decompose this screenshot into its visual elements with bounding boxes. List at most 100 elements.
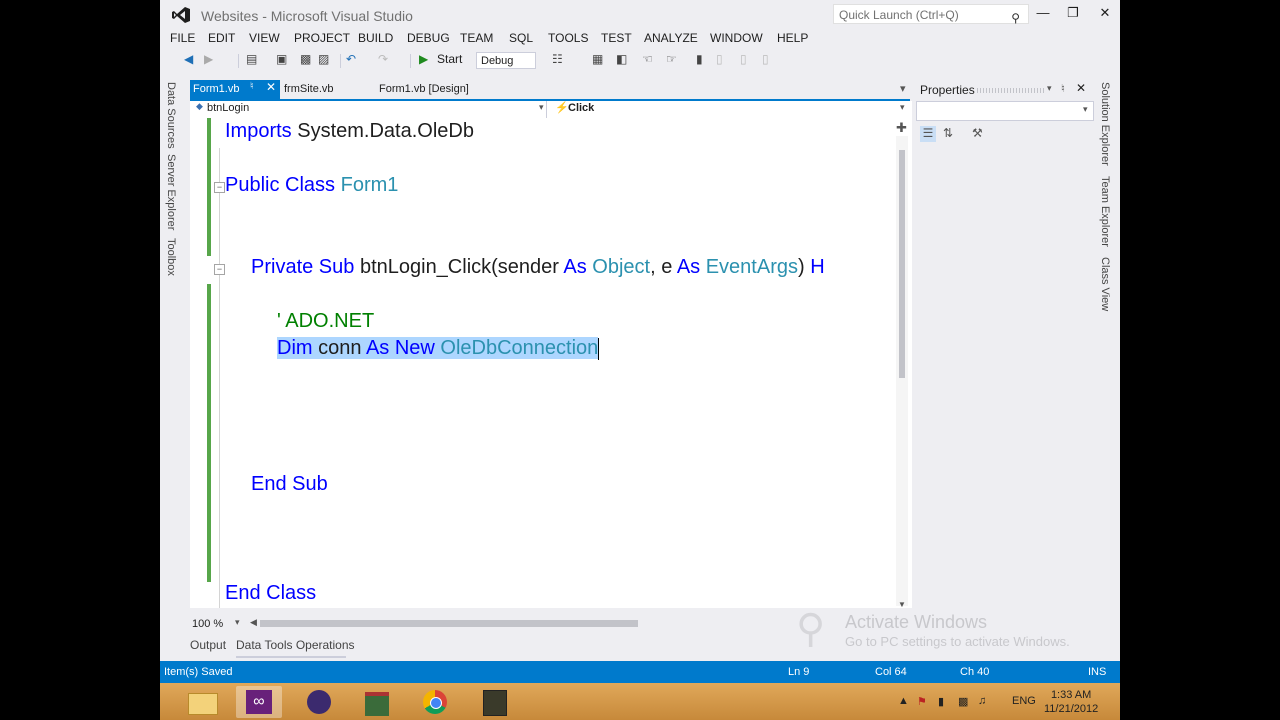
type-name: Object [586, 256, 651, 278]
toolbox-tab[interactable]: Toolbox [163, 238, 177, 276]
vertical-scroll-thumb[interactable] [899, 150, 905, 378]
menu-project[interactable]: PROJECT [294, 31, 350, 45]
data-sources-tab[interactable]: Data Sources [163, 82, 177, 149]
tab-label: Form1.vb [193, 83, 240, 95]
menu-analyze[interactable]: ANALYZE [644, 31, 698, 45]
chevron-down-icon[interactable]: ▾ [1083, 104, 1088, 115]
prev-bookmark-icon[interactable]: ▯ [716, 52, 723, 66]
object-dropdown[interactable]: btnLogin [207, 102, 249, 114]
device-icon[interactable]: ▮ [938, 695, 944, 708]
restore-button[interactable]: ❐ [1063, 5, 1083, 21]
selected-text: Dim conn As New OleDbConnection [277, 337, 599, 359]
panel-grip[interactable] [977, 88, 1045, 93]
clock-date: 11/21/2012 [1044, 703, 1099, 715]
keyword: As [676, 256, 701, 278]
solution-explorer-tab[interactable]: Solution Explorer [1097, 82, 1111, 166]
start-icon[interactable]: ▶ [419, 52, 428, 66]
team-explorer-tab[interactable]: Team Explorer [1097, 176, 1111, 247]
pin-icon[interactable]: ♮ [1061, 82, 1065, 95]
collapse-icon[interactable]: − [214, 264, 225, 275]
network-icon[interactable]: ▩ [958, 695, 968, 708]
uncomment-icon[interactable]: ☞ [666, 52, 677, 66]
chevron-down-icon[interactable]: ▾ [235, 617, 240, 628]
toggle-panel-icon[interactable]: ◧ [616, 52, 627, 66]
status-column: Col 64 [875, 666, 907, 678]
type-name: Form1 [335, 174, 399, 196]
clear-bookmarks-icon[interactable]: ▯ [762, 52, 769, 66]
comment-icon[interactable]: ☜ [642, 52, 653, 66]
code-comment: ' ADO.NET [277, 310, 375, 332]
navigate-icon[interactable]: ▦ [592, 52, 603, 66]
type-name: OleDbConnection [434, 337, 599, 359]
menu-debug[interactable]: DEBUG [407, 31, 450, 45]
start-button-label[interactable]: Start [437, 52, 462, 66]
scroll-down-icon[interactable]: ▼ [898, 600, 906, 609]
output-tab[interactable]: Output [190, 638, 226, 652]
menu-help[interactable]: HELP [777, 31, 808, 45]
menu-window[interactable]: WINDOW [710, 31, 763, 45]
chevron-down-icon[interactable]: ▾ [539, 102, 544, 113]
show-hidden-icons-icon[interactable]: ▲ [898, 695, 909, 707]
text-caret [598, 337, 600, 360]
menu-team[interactable]: TEAM [460, 31, 493, 45]
visual-studio-taskbar-icon[interactable]: ∞ [236, 686, 282, 718]
save-icon[interactable]: ▩ [300, 52, 311, 66]
tab-form1-design[interactable]: Form1.vb [Design] [379, 80, 469, 99]
status-line: Ln 9 [788, 666, 810, 678]
redo-icon[interactable]: ↷ [378, 52, 388, 66]
save-all-icon[interactable]: ▨ [318, 52, 329, 66]
split-icon[interactable]: ✚ [896, 120, 907, 136]
solution-configuration-select[interactable]: Debug [476, 52, 536, 69]
event-dropdown[interactable]: Click [568, 102, 594, 114]
horizontal-scroll-thumb[interactable] [260, 620, 638, 627]
categorized-icon[interactable]: ☰ [920, 126, 936, 142]
pin-icon[interactable]: ♮ [250, 81, 254, 92]
menu-file[interactable]: FILE [170, 31, 195, 45]
server-explorer-tab[interactable]: Server Explorer [163, 154, 177, 230]
menu-view[interactable]: VIEW [249, 31, 280, 45]
next-bookmark-icon[interactable]: ▯ [740, 52, 747, 66]
chevron-down-icon[interactable]: ▾ [1047, 83, 1052, 94]
eclipse-icon[interactable] [296, 686, 342, 718]
input-language[interactable]: ENG [1012, 695, 1036, 707]
open-file-icon[interactable]: ▣ [276, 52, 287, 66]
property-pages-icon[interactable]: ⚒ [972, 126, 983, 140]
new-project-icon[interactable]: ▤ [246, 52, 257, 66]
menu-edit[interactable]: EDIT [208, 31, 235, 45]
chrome-icon[interactable] [412, 686, 458, 718]
volume-icon[interactable]: ♫ [978, 695, 986, 707]
tab-overflow-icon[interactable]: ▾ [900, 80, 906, 99]
minimize-button[interactable]: — [1033, 5, 1053, 20]
properties-object-select[interactable] [916, 101, 1094, 121]
nav-divider [546, 101, 547, 118]
data-tools-operations-tab[interactable]: Data Tools Operations [236, 638, 355, 652]
menu-sql[interactable]: SQL [509, 31, 533, 45]
close-window-button[interactable]: ✕ [1095, 5, 1115, 21]
toolbar-separator [238, 54, 239, 68]
collapse-icon[interactable]: − [214, 182, 225, 193]
tab-frmsite-vb[interactable]: frmSite.vb [284, 80, 334, 99]
chevron-down-icon[interactable]: ▾ [900, 102, 905, 113]
code-end-sub: End Sub [251, 473, 328, 495]
change-margin [207, 284, 211, 582]
find-in-files-icon[interactable]: ☷ [552, 52, 563, 66]
bookmark-icon[interactable]: ▮ [696, 52, 703, 66]
class-view-tab[interactable]: Class View [1097, 257, 1111, 311]
action-center-icon[interactable]: ⚑ [917, 695, 927, 708]
file-explorer-icon[interactable] [180, 686, 226, 718]
alphabetical-icon[interactable]: ⇅ [943, 126, 953, 140]
books-icon[interactable] [354, 686, 400, 718]
back-icon[interactable]: ◀ [184, 52, 193, 66]
quick-launch-input[interactable]: Quick Launch (Ctrl+Q) ⚲ [833, 4, 1029, 25]
forward-icon[interactable]: ▶ [204, 52, 213, 66]
media-app-icon[interactable] [472, 686, 518, 718]
keyword: Public Class [225, 174, 336, 196]
close-tab-icon[interactable]: ✕ [266, 80, 276, 94]
menu-tools[interactable]: TOOLS [548, 31, 588, 45]
clock[interactable]: 1:33 AM 11/21/2012 [1044, 688, 1098, 716]
undo-icon[interactable]: ↶ [346, 52, 356, 66]
close-panel-icon[interactable]: ✕ [1076, 81, 1086, 95]
menu-build[interactable]: BUILD [358, 31, 393, 45]
scroll-left-icon[interactable]: ◀ [250, 617, 257, 628]
menu-test[interactable]: TEST [601, 31, 632, 45]
